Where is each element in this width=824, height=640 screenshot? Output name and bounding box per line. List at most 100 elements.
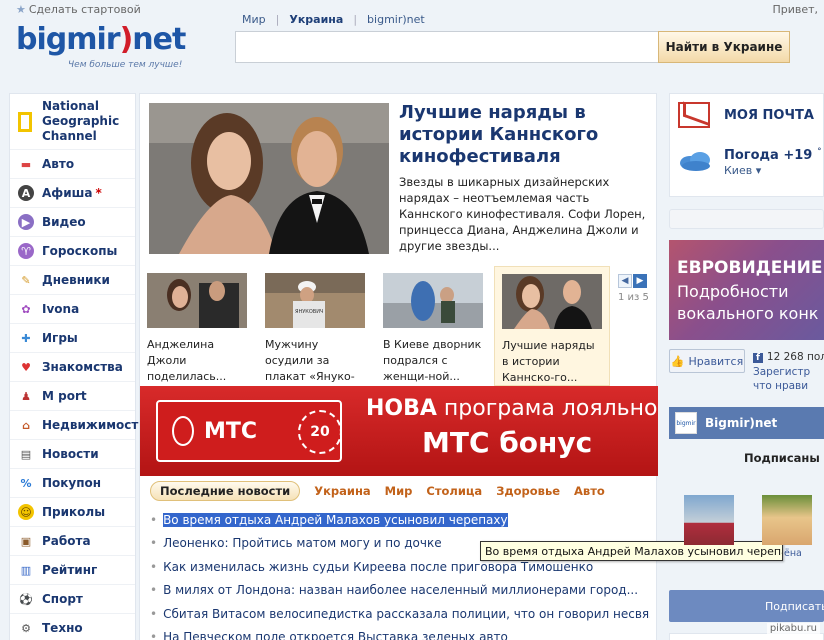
logo-text: bigmir)net [16, 22, 196, 57]
hero-title[interactable]: Лучшие наряды в истории Каннского кинофе… [399, 102, 649, 168]
search-button[interactable]: Найти в Украине [658, 31, 790, 63]
sidebar-item-label: Рейтинг [42, 563, 98, 577]
news-link[interactable]: Леоненко: Пройтись матом могу и по дочке [163, 536, 442, 550]
thumb-item[interactable]: Анджелина Джоли поделилась... [140, 266, 256, 386]
news-tab-world[interactable]: Мир [385, 484, 413, 498]
news-item[interactable]: • В милях от Лондона: назван наиболее нас… [150, 579, 650, 603]
evro-title: ЕВРОВИДЕНИЕ [677, 258, 823, 278]
thumb-caption: Анджелина Джоли поделилась... [147, 338, 227, 383]
fb-follower-avatar[interactable] [762, 495, 812, 545]
news-tab-auto[interactable]: Авто [574, 484, 605, 498]
sidebar-item-rating[interactable]: ▥ Рейтинг [10, 556, 135, 585]
news-item[interactable]: • Во время отдыха Андрей Малахов усыновил… [150, 508, 650, 532]
prev-arrow-icon[interactable]: ◀ [618, 274, 632, 288]
smiley-icon: ☺ [18, 504, 34, 520]
sidebar-item-news[interactable]: ▤ Новости [10, 440, 135, 469]
sidebar-item-label: Приколы [42, 505, 106, 519]
make-start-label: Сделать стартовой [28, 3, 141, 16]
person-icon: ♟ [21, 389, 31, 403]
thumb-item[interactable]: В Киеве дворник подрался с женщи-ной... [376, 266, 492, 386]
news-tab-ukraine[interactable]: Украина [314, 484, 370, 498]
thumb-caption: Лучшие наряды в истории Каннско-го... [502, 339, 595, 384]
weather-city-select[interactable]: Киев ▾ [724, 164, 824, 177]
sidebar-item-sport[interactable]: ⚽ Спорт [10, 585, 135, 614]
sidebar-item-ivona[interactable]: ✿ Ivona [10, 295, 135, 324]
search-tab-ukraine[interactable]: Украина [289, 13, 343, 26]
thumb-photo [147, 273, 247, 328]
sidebar-item-label: Видео [42, 215, 86, 229]
sidebar-item-jokes[interactable]: ☺ Приколы [10, 498, 135, 527]
link-tooltip: Во время отдыха Андрей Малахов усыновил … [480, 541, 783, 561]
my-mail-link[interactable]: МОЯ ПОЧТА [678, 102, 814, 128]
right-bottom-box [669, 633, 824, 640]
weather-text: Погода +19 ˚ с Киев ▾ [724, 148, 824, 177]
tab-separator: | [275, 13, 280, 26]
hero-text: Звезды в шикарных дизайнерских нарядах –… [399, 175, 646, 253]
thumb-photo [383, 273, 483, 328]
house-icon: ⌂ [22, 418, 30, 432]
sidebar-item-label: Ivona [42, 302, 80, 316]
fb-subscribe-button[interactable]: Подписать [669, 590, 824, 622]
news-tab-health[interactable]: Здоровье [496, 484, 560, 498]
news-tab-latest[interactable]: Последние новости [150, 481, 301, 501]
logo-paren: ) [119, 22, 134, 57]
sidebar-item-video[interactable]: ▶ Видео [10, 208, 135, 237]
sidebar-item-ngc[interactable]: National Geographic Channel [10, 94, 135, 150]
eurovision-banner[interactable]: ЕВРОВИДЕНИЕ Подробности вокального конк [669, 240, 824, 340]
sidebar-item-realty[interactable]: ⌂ Недвижимость [10, 411, 146, 440]
news-tab-capital[interactable]: Столица [426, 484, 482, 498]
weather-widget[interactable]: Погода +19 ˚ с Киев ▾ [678, 148, 824, 177]
make-start-link[interactable]: ★ Сделать стартовой [16, 3, 141, 16]
sidebar-item-games[interactable]: ✚ Игры [10, 324, 135, 353]
sidebar-item-techno[interactable]: ⚙ Техно [10, 614, 135, 640]
sidebar-item-label: National Geographic Channel [42, 99, 120, 143]
search-input[interactable] [235, 31, 659, 63]
sidebar-item-diaries[interactable]: ✎ Дневники [10, 266, 135, 295]
fb-page-name: Bigmir)net [705, 416, 778, 430]
hero-photo[interactable] [149, 103, 389, 254]
fb-like-button[interactable]: 👍 Нравится [669, 349, 745, 373]
next-arrow-icon[interactable]: ▶ [633, 274, 647, 288]
mail-label: МОЯ ПОЧТА [724, 107, 814, 123]
fb-page-header[interactable]: bigmir Bigmir)net [669, 407, 824, 439]
evro-line2: Подробности [677, 282, 789, 301]
search-tab-bigmir[interactable]: bigmir)net [367, 13, 425, 26]
news-link[interactable]: В милях от Лондона: назван наиболее насе… [163, 583, 638, 597]
fb-follower-name[interactable]: ёна [784, 548, 802, 559]
gear-icon: ⚙ [21, 621, 31, 635]
banner-subline: МТС бонус [422, 426, 593, 459]
pager-arrows: ◀ ▶ [618, 274, 649, 288]
sidebar-item-label: Гороскопы [42, 244, 118, 258]
fb-register-link[interactable]: Зарегистр [753, 365, 824, 379]
news-link[interactable]: На Певческом поле откроется Выставка зел… [163, 630, 508, 640]
sidebar-item-auto[interactable]: ▬ Авто [10, 150, 135, 179]
star-icon: ★ [16, 3, 26, 16]
thumb-photo: ЯНУКОВИЧ [265, 273, 365, 328]
thumb-item-active[interactable]: Лучшие наряды в истории Каннско-го... [494, 266, 610, 386]
fb-subscribers-title: Подписаны 1 [744, 451, 824, 465]
sidebar-item-work[interactable]: ▣ Работа [10, 527, 135, 556]
sidebar-item-afisha[interactable]: A Афиша * [10, 179, 135, 208]
news-link[interactable]: Как изменилась жизнь судьи Киреева после… [163, 560, 593, 574]
news-item[interactable]: • Сбитая Витасом велосипедистка рассказал… [150, 602, 650, 626]
search-tab-world[interactable]: Мир [242, 13, 266, 26]
fb-like-info: f 12 268 пол Зарегистр что нрави [753, 350, 824, 393]
fb-follower-avatar[interactable] [684, 495, 734, 545]
bullet: • [150, 630, 158, 640]
news-link[interactable]: Сбитая Витасом велосипедистка рассказала… [163, 607, 650, 621]
mts-brand: МТС [204, 418, 258, 444]
gamepad-icon: ✚ [21, 331, 31, 345]
car-icon: ▬ [20, 157, 32, 171]
news-item[interactable]: • На Певческом поле откроется Выставка зе… [150, 626, 650, 640]
bullet: • [150, 536, 158, 551]
greeting: Привет, [772, 3, 818, 16]
news-link[interactable]: Во время отдыха Андрей Малахов усыновил … [163, 512, 508, 527]
site-logo[interactable]: bigmir)net Чем больше тем лучше! [16, 22, 196, 72]
sidebar-item-pokupon[interactable]: % Покупон [10, 469, 135, 498]
sidebar-item-dating[interactable]: ♥ Знакомства [10, 353, 135, 382]
fb-count: 12 268 пол [766, 351, 824, 363]
thumb-item[interactable]: ЯНУКОВИЧ Мужчину осудили за плакат «Янук… [258, 266, 374, 399]
sidebar-item-mport[interactable]: ♟ M port [10, 382, 135, 411]
sidebar-item-horoscopes[interactable]: ♈ Гороскопы [10, 237, 135, 266]
mts-ad-banner[interactable]: МТС 20 НОВА програма лояльності МТС бону… [140, 386, 658, 476]
